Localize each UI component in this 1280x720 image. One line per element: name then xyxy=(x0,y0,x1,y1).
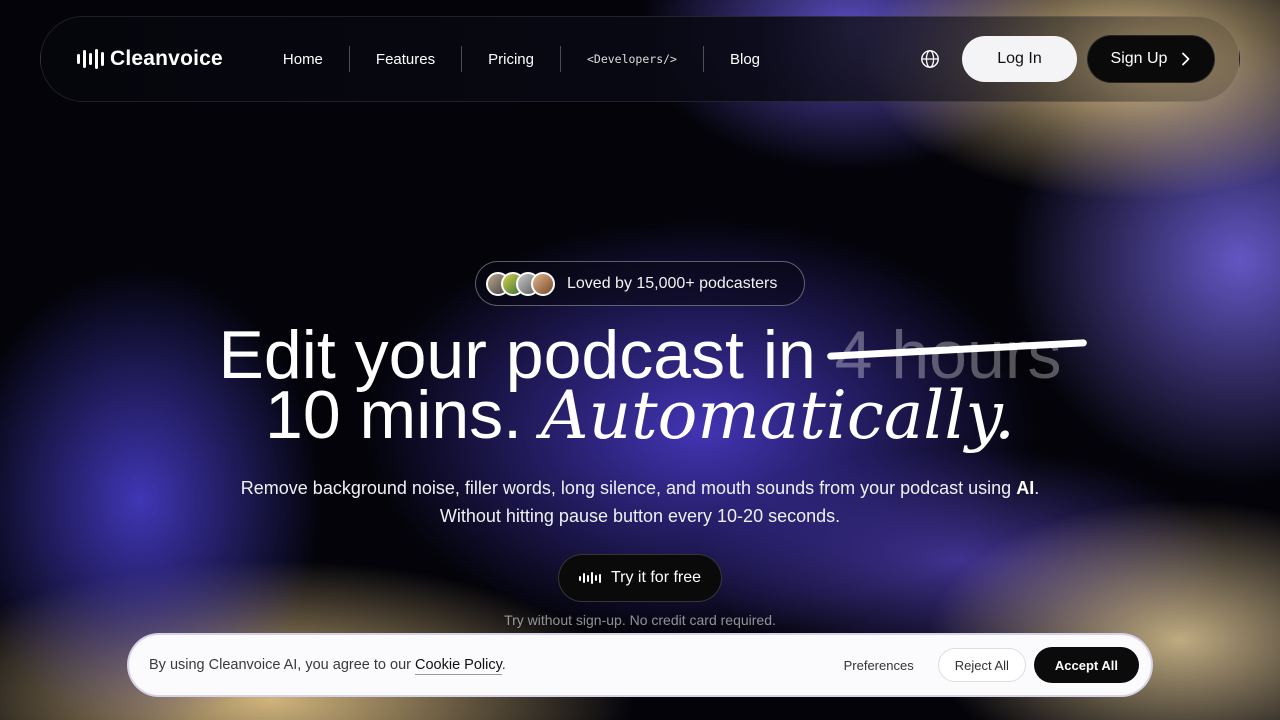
cta-note: Try without sign-up. No credit card requ… xyxy=(504,612,776,628)
cookie-preferences-button[interactable]: Preferences xyxy=(844,658,914,673)
nav-blog-link[interactable]: Blog xyxy=(704,51,786,68)
avatar xyxy=(531,271,555,296)
login-button[interactable]: Log In xyxy=(962,36,1077,82)
signup-button-label: Sign Up xyxy=(1110,50,1168,67)
nav-home-link[interactable]: Home xyxy=(257,51,349,68)
cookie-text-end: . xyxy=(501,657,506,673)
nav-developers-link[interactable]: <Developers/> xyxy=(561,52,703,66)
headline-struck-text: 4 hours xyxy=(826,317,1087,393)
cookie-policy-link[interactable]: Cookie Policy xyxy=(415,657,502,675)
avatar-group xyxy=(486,271,555,296)
nav-features-link[interactable]: Features xyxy=(350,51,461,68)
cookie-banner: By using Cleanvoice AI, you agree to our… xyxy=(127,633,1153,697)
nav-pricing-link[interactable]: Pricing xyxy=(462,51,560,68)
subtitle-ai: AI xyxy=(1016,478,1035,498)
brand-name: Cleanvoice xyxy=(110,47,223,70)
waveform-icon xyxy=(578,572,601,584)
hero-subtitle: Remove background noise, filler words, l… xyxy=(0,474,1280,530)
globe-language-icon[interactable] xyxy=(920,49,940,69)
main-menu: Home Features Pricing <Developers/> Blog xyxy=(257,46,786,72)
subtitle-line2: Without hitting pause button every 10-20… xyxy=(439,506,841,526)
cookie-actions: Preferences Reject All Accept All xyxy=(844,647,1139,683)
top-navbar: Cleanvoice Home Features Pricing <Develo… xyxy=(40,16,1240,102)
waveform-logo-icon xyxy=(77,48,104,70)
badge-text: Loved by 15,000+ podcasters xyxy=(567,274,778,292)
nav-actions: Log In Sign Up xyxy=(920,35,1215,83)
cookie-reject-button[interactable]: Reject All xyxy=(937,648,1026,682)
subtitle-text: Remove background noise, filler words, l… xyxy=(240,478,1017,498)
social-proof-badge: Loved by 15,000+ podcasters xyxy=(475,261,805,306)
signup-button[interactable]: Sign Up xyxy=(1087,35,1215,83)
brand-logo[interactable]: Cleanvoice xyxy=(77,47,223,71)
subtitle-period: . xyxy=(1034,478,1040,498)
cookie-text: By using Cleanvoice AI, you agree to our xyxy=(149,657,415,673)
try-free-button[interactable]: Try it for free xyxy=(558,554,722,602)
try-free-label: Try it for free xyxy=(610,569,702,586)
hero-headline: Edit your podcast in 4 hours 10 mins. Au… xyxy=(0,321,1280,449)
chevron-right-icon xyxy=(1182,52,1190,66)
headline-line2: 10 mins. xyxy=(265,377,541,453)
cookie-message: By using Cleanvoice AI, you agree to our… xyxy=(149,657,506,675)
cookie-accept-button[interactable]: Accept All xyxy=(1033,647,1139,683)
